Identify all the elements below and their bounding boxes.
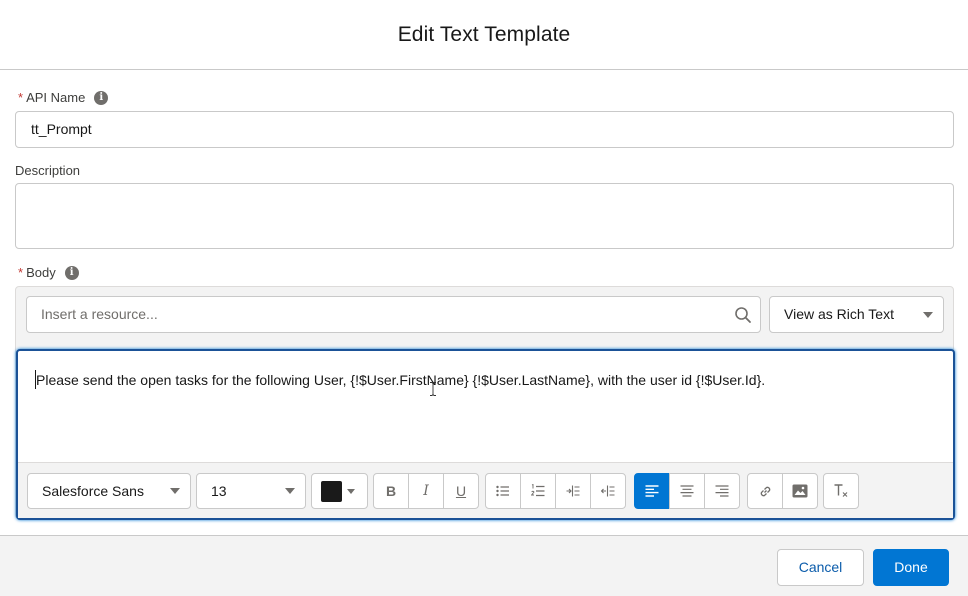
numbered-list-button[interactable]	[520, 473, 556, 509]
text-color-picker[interactable]	[311, 473, 368, 509]
editor-toolbar: Salesforce Sans 13 B I U	[18, 462, 953, 518]
modal-footer: Cancel Done	[0, 535, 968, 596]
clear-format-group	[823, 473, 859, 509]
body-label-row: * Body i	[18, 265, 79, 280]
ibeam-cursor-icon	[430, 382, 436, 396]
outdent-icon	[601, 485, 615, 497]
outdent-button[interactable]	[590, 473, 626, 509]
description-label: Description	[15, 163, 81, 178]
resource-search-placeholder: Insert a resource...	[41, 306, 158, 322]
done-button[interactable]: Done	[873, 549, 949, 586]
insert-image-button[interactable]	[782, 473, 818, 509]
align-right-button[interactable]	[704, 473, 740, 509]
chevron-down-icon	[347, 489, 355, 494]
chevron-down-icon	[170, 488, 180, 494]
align-left-button[interactable]	[634, 473, 670, 509]
resource-search-input[interactable]: Insert a resource...	[26, 296, 761, 333]
description-label-row: Description	[15, 163, 80, 178]
font-family-select[interactable]: Salesforce Sans	[27, 473, 191, 509]
align-center-icon	[680, 485, 694, 497]
italic-icon: I	[423, 483, 429, 499]
font-size-select[interactable]: 13	[196, 473, 306, 509]
info-icon[interactable]: i	[94, 90, 109, 105]
body-editor-container: Insert a resource... View as Rich Text P…	[15, 286, 955, 520]
format-button-group: B I U	[373, 473, 479, 509]
edit-text-template-modal: Edit Text Template * API Name i tt_Promp…	[0, 0, 968, 596]
bullet-list-button[interactable]	[485, 473, 521, 509]
info-icon[interactable]: i	[64, 265, 79, 280]
required-indicator: *	[18, 265, 24, 280]
rich-text-editor[interactable]: Please send the open tasks for the follo…	[16, 349, 955, 520]
view-mode-select[interactable]: View as Rich Text	[769, 296, 944, 333]
clear-formatting-icon	[834, 484, 848, 497]
image-icon	[792, 484, 808, 498]
search-icon	[735, 307, 751, 323]
list-button-group	[485, 473, 626, 509]
insert-link-button[interactable]	[747, 473, 783, 509]
insert-button-group	[747, 473, 818, 509]
api-name-label-row: * API Name i	[18, 90, 109, 105]
font-family-value: Salesforce Sans	[42, 483, 144, 499]
bold-icon: B	[385, 483, 397, 499]
underline-button[interactable]: U	[443, 473, 479, 509]
indent-button[interactable]	[555, 473, 591, 509]
api-name-input[interactable]: tt_Prompt	[15, 111, 954, 148]
chevron-down-icon	[285, 488, 295, 494]
text-color-swatch	[321, 481, 342, 502]
api-name-label: API Name	[26, 90, 86, 105]
description-textarea[interactable]	[15, 183, 954, 249]
chevron-down-icon	[923, 312, 933, 318]
alignment-button-group	[634, 473, 740, 509]
modal-title: Edit Text Template	[397, 22, 571, 46]
bold-button[interactable]: B	[373, 473, 409, 509]
link-icon	[760, 486, 770, 496]
cancel-button[interactable]: Cancel	[777, 549, 864, 586]
italic-button[interactable]: I	[408, 473, 444, 509]
indent-icon	[566, 485, 580, 497]
required-indicator: *	[18, 90, 24, 105]
underline-icon: U	[455, 483, 467, 499]
modal-header: Edit Text Template	[0, 0, 968, 70]
editor-content[interactable]: Please send the open tasks for the follo…	[36, 372, 765, 388]
font-size-value: 13	[211, 483, 227, 499]
align-right-icon	[715, 485, 729, 497]
align-center-button[interactable]	[669, 473, 705, 509]
view-mode-value: View as Rich Text	[784, 306, 894, 322]
clear-formatting-button[interactable]	[823, 473, 859, 509]
align-left-icon	[645, 485, 659, 497]
numbered-list-icon	[531, 484, 545, 497]
bullet-list-icon	[496, 485, 509, 497]
body-label: Body	[26, 265, 56, 280]
